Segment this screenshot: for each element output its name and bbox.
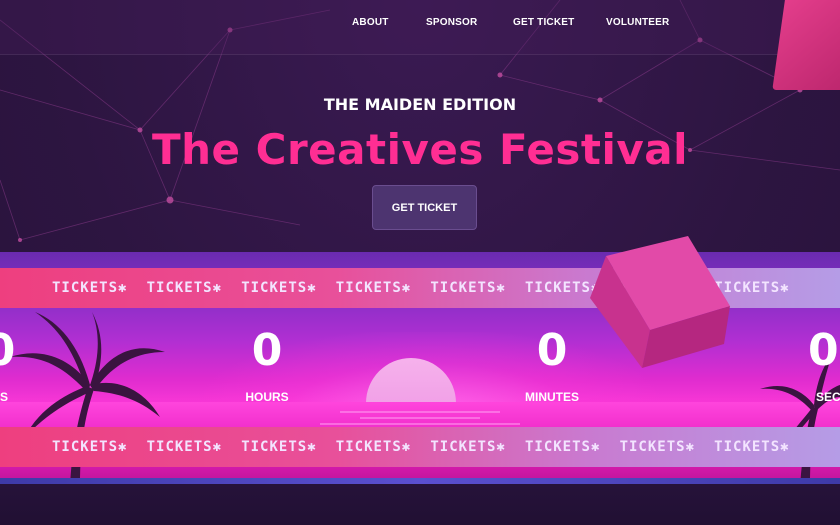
ticker-item: TICKETS✱ — [335, 439, 412, 455]
hero-subtitle: THE MAIDEN EDITION — [323, 95, 517, 114]
countdown-days: 0 S — [0, 324, 60, 404]
nav-volunteer-link[interactable]: VOLUNTEER — [606, 17, 669, 28]
countdown-minutes-label: MINUTES — [525, 390, 579, 404]
page: ABOUT SPONSOR GET TICKET VOLUNTEER THE M… — [0, 0, 840, 525]
ticker-bottom: TICKETS✱ TICKETS✱ TICKETS✱ TICKETS✱ TICKETS✱… — [0, 427, 840, 467]
cube-illustration — [590, 236, 730, 368]
ticker-item: TICKETS✱ — [430, 439, 506, 455]
ticker-item: TICKETS✱ — [335, 280, 412, 296]
navbar: ABOUT SPONSOR GET TICKET VOLUNTEER — [0, 0, 840, 55]
ticker-item: TICKETS✱ — [241, 439, 317, 455]
ticker-item: TICKETS✱ — [146, 439, 223, 455]
countdown-seconds: 0 SEC — [808, 324, 840, 404]
ticker-item: TICKETS✱ — [52, 280, 128, 296]
decorative-corner-shape — [772, 0, 840, 90]
ticker-item: TICKETS✱ — [619, 439, 695, 455]
ticker-item: TICKETS✱ — [524, 439, 601, 455]
ticker-item: TICKETS✱ — [714, 439, 790, 455]
ticker-item: TICKETS✱ — [52, 439, 128, 455]
countdown-hours: 0 HOURS — [207, 324, 327, 404]
nav-sponsor-link[interactable]: SPONSOR — [426, 17, 477, 28]
ticker-bottom-text: TICKETS✱ TICKETS✱ TICKETS✱ TICKETS✱ TICKETS✱… — [52, 439, 809, 455]
countdown-hours-value: 0 — [251, 325, 283, 376]
hero-title: The Creatives Festival — [151, 125, 689, 174]
countdown-seconds-value: 0 — [808, 325, 839, 376]
footer-strip — [0, 484, 840, 525]
ticker-item: TICKETS✱ — [241, 280, 317, 296]
ticker-item: TICKETS✱ — [430, 280, 506, 296]
countdown-hours-label: HOURS — [245, 390, 289, 404]
get-ticket-button[interactable]: GET TICKET — [372, 185, 477, 230]
nav-about-link[interactable]: ABOUT — [352, 17, 389, 28]
countdown-seconds-label: SEC — [816, 390, 840, 404]
countdown-days-value: 0 — [0, 324, 60, 378]
nav-get-ticket-link[interactable]: GET TICKET — [513, 17, 574, 28]
countdown-days-label: S — [0, 390, 8, 404]
ticker-item: TICKETS✱ — [146, 280, 223, 296]
